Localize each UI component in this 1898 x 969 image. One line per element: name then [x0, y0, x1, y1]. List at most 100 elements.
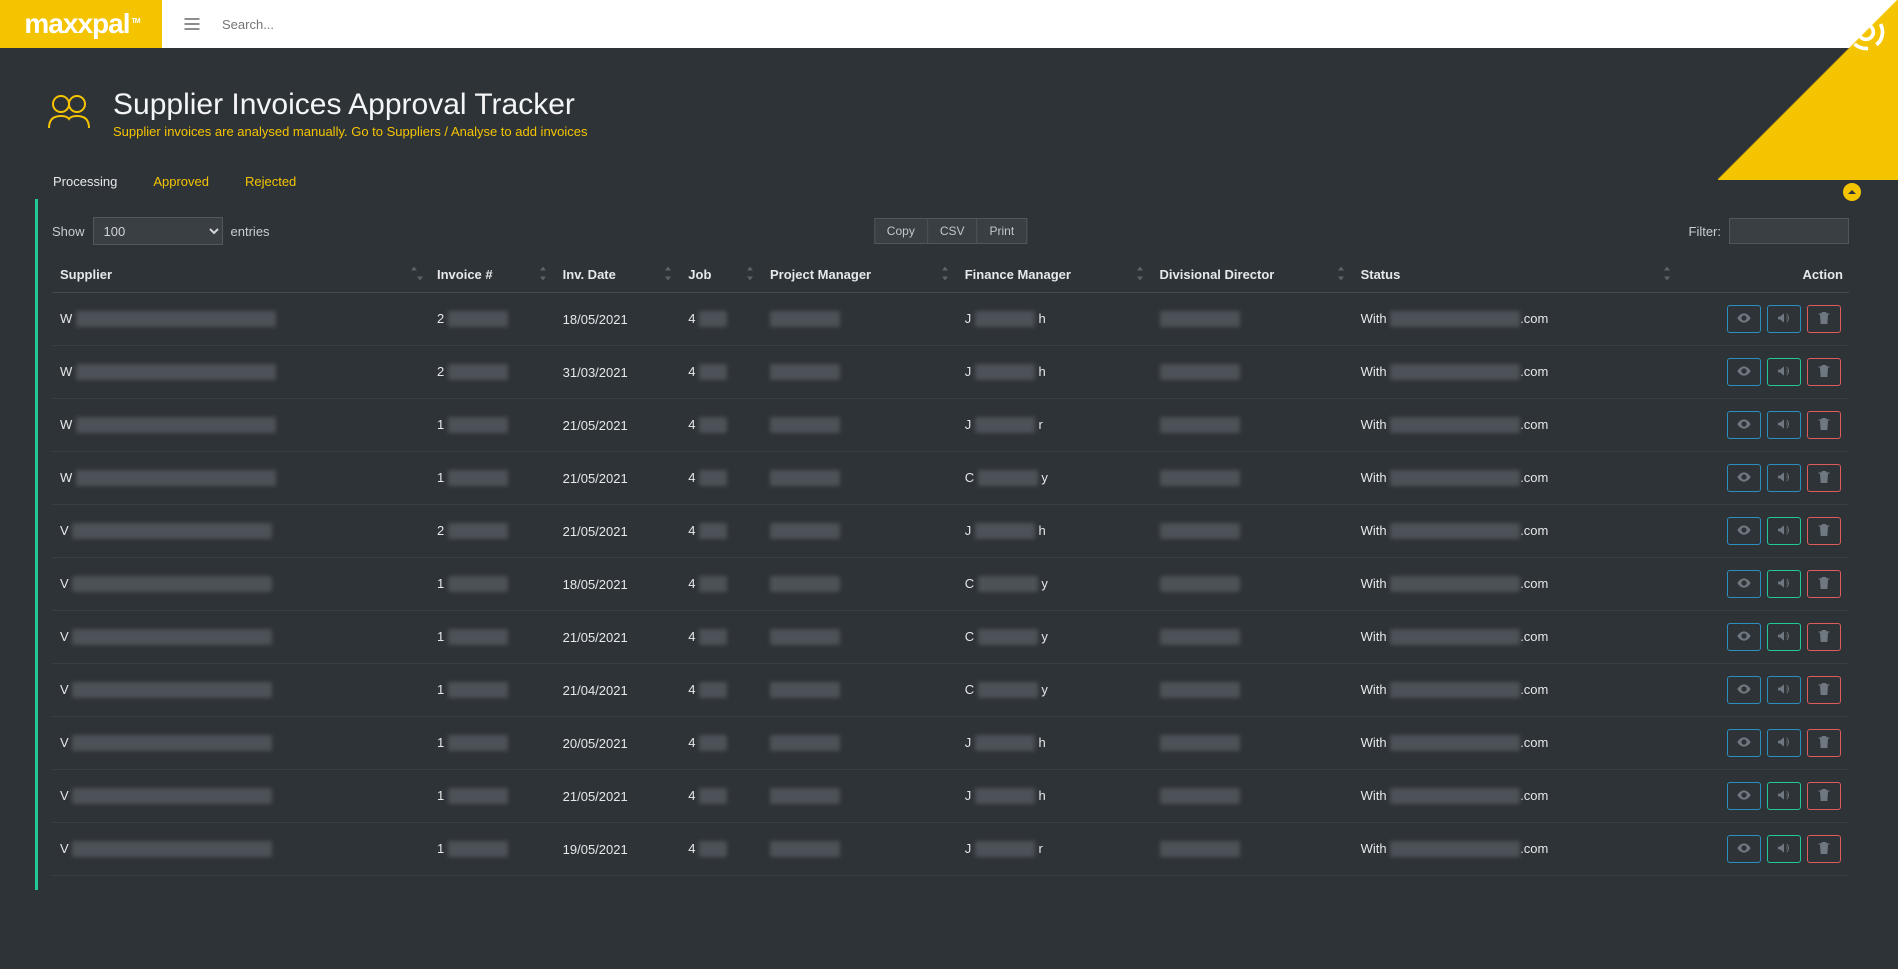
- view-button[interactable]: [1727, 623, 1761, 651]
- view-button[interactable]: [1727, 782, 1761, 810]
- view-button[interactable]: [1727, 305, 1761, 333]
- table-row: W 1 21/05/20214 J rWith .com: [52, 399, 1849, 452]
- notify-button[interactable]: [1767, 676, 1801, 704]
- csv-button[interactable]: CSV: [928, 218, 978, 244]
- delete-button[interactable]: [1807, 676, 1841, 704]
- delete-button[interactable]: [1807, 782, 1841, 810]
- cell-action: [1679, 717, 1849, 770]
- export-buttons: Copy CSV Print: [874, 218, 1027, 244]
- bullhorn-icon: [1776, 416, 1792, 435]
- sort-icon: [1335, 266, 1347, 283]
- cell-job: 4: [680, 611, 762, 664]
- refresh-icon[interactable]: [1844, 10, 1888, 54]
- cell-job: 4: [680, 558, 762, 611]
- cell-invoice: 1: [429, 823, 555, 876]
- cell-job: 4: [680, 664, 762, 717]
- collapse-toggle[interactable]: [1843, 183, 1861, 201]
- tabs: ProcessingApprovedRejected: [0, 164, 1898, 199]
- sort-icon: [939, 266, 951, 283]
- notify-button[interactable]: [1767, 570, 1801, 598]
- cell-action: [1679, 452, 1849, 505]
- delete-button[interactable]: [1807, 729, 1841, 757]
- col-dd[interactable]: Divisional Director: [1152, 257, 1353, 293]
- col-job[interactable]: Job: [680, 257, 762, 293]
- trash-icon: [1816, 469, 1832, 488]
- delete-button[interactable]: [1807, 835, 1841, 863]
- eye-icon: [1736, 734, 1752, 753]
- view-button[interactable]: [1727, 464, 1761, 492]
- cell-supplier: V: [52, 558, 429, 611]
- eye-icon: [1736, 575, 1752, 594]
- cell-status: With .com: [1353, 823, 1680, 876]
- cell-date: 21/04/2021: [555, 664, 681, 717]
- hamburger-icon[interactable]: [182, 14, 202, 34]
- cell-date: 21/05/2021: [555, 611, 681, 664]
- cell-invoice: 1: [429, 770, 555, 823]
- view-button[interactable]: [1727, 411, 1761, 439]
- cell-invoice: 1: [429, 664, 555, 717]
- tab-approved[interactable]: Approved: [135, 164, 227, 199]
- entries-select[interactable]: 102550100: [93, 217, 223, 245]
- notify-button[interactable]: [1767, 358, 1801, 386]
- cell-job: 4: [680, 717, 762, 770]
- eye-icon: [1736, 628, 1752, 647]
- view-button[interactable]: [1727, 517, 1761, 545]
- delete-button[interactable]: [1807, 305, 1841, 333]
- delete-button[interactable]: [1807, 464, 1841, 492]
- notify-button[interactable]: [1767, 517, 1801, 545]
- cell-status: With .com: [1353, 611, 1680, 664]
- eye-icon: [1736, 681, 1752, 700]
- copy-button[interactable]: Copy: [874, 218, 928, 244]
- bullhorn-icon: [1776, 681, 1792, 700]
- delete-button[interactable]: [1807, 517, 1841, 545]
- notify-button[interactable]: [1767, 411, 1801, 439]
- eye-icon: [1736, 469, 1752, 488]
- search-input[interactable]: [222, 17, 522, 32]
- delete-button[interactable]: [1807, 411, 1841, 439]
- col-supplier[interactable]: Supplier: [52, 257, 429, 293]
- notify-button[interactable]: [1767, 782, 1801, 810]
- col-pm[interactable]: Project Manager: [762, 257, 957, 293]
- print-button[interactable]: Print: [978, 218, 1028, 244]
- delete-button[interactable]: [1807, 358, 1841, 386]
- bullhorn-icon: [1776, 363, 1792, 382]
- view-button[interactable]: [1727, 729, 1761, 757]
- cell-supplier: W: [52, 452, 429, 505]
- delete-button[interactable]: [1807, 623, 1841, 651]
- brand-name: maxxpalTM: [24, 10, 137, 38]
- brand-logo[interactable]: maxxpalTM: [0, 0, 162, 48]
- cell-pm: [762, 611, 957, 664]
- entries-label: entries: [231, 224, 270, 239]
- bullhorn-icon: [1776, 628, 1792, 647]
- delete-button[interactable]: [1807, 570, 1841, 598]
- col-invoice[interactable]: Invoice #: [429, 257, 555, 293]
- cell-pm: [762, 293, 957, 346]
- col-date[interactable]: Inv. Date: [555, 257, 681, 293]
- notify-button[interactable]: [1767, 623, 1801, 651]
- cell-date: 21/05/2021: [555, 770, 681, 823]
- eye-icon: [1736, 787, 1752, 806]
- notify-button[interactable]: [1767, 835, 1801, 863]
- cell-status: With .com: [1353, 452, 1680, 505]
- cell-supplier: V: [52, 770, 429, 823]
- notify-button[interactable]: [1767, 729, 1801, 757]
- view-button[interactable]: [1727, 676, 1761, 704]
- col-fm[interactable]: Finance Manager: [957, 257, 1152, 293]
- cell-fm: J h: [957, 346, 1152, 399]
- cell-supplier: V: [52, 717, 429, 770]
- cell-job: 4: [680, 293, 762, 346]
- filter-input[interactable]: [1729, 218, 1849, 244]
- cell-action: [1679, 505, 1849, 558]
- view-button[interactable]: [1727, 358, 1761, 386]
- tab-rejected[interactable]: Rejected: [227, 164, 314, 199]
- tab-processing[interactable]: Processing: [35, 164, 135, 199]
- cell-date: 20/05/2021: [555, 717, 681, 770]
- notify-button[interactable]: [1767, 464, 1801, 492]
- col-status[interactable]: Status: [1353, 257, 1680, 293]
- notify-button[interactable]: [1767, 305, 1801, 333]
- cell-pm: [762, 664, 957, 717]
- filter-label: Filter:: [1689, 224, 1722, 239]
- view-button[interactable]: [1727, 570, 1761, 598]
- view-button[interactable]: [1727, 835, 1761, 863]
- cell-action: [1679, 346, 1849, 399]
